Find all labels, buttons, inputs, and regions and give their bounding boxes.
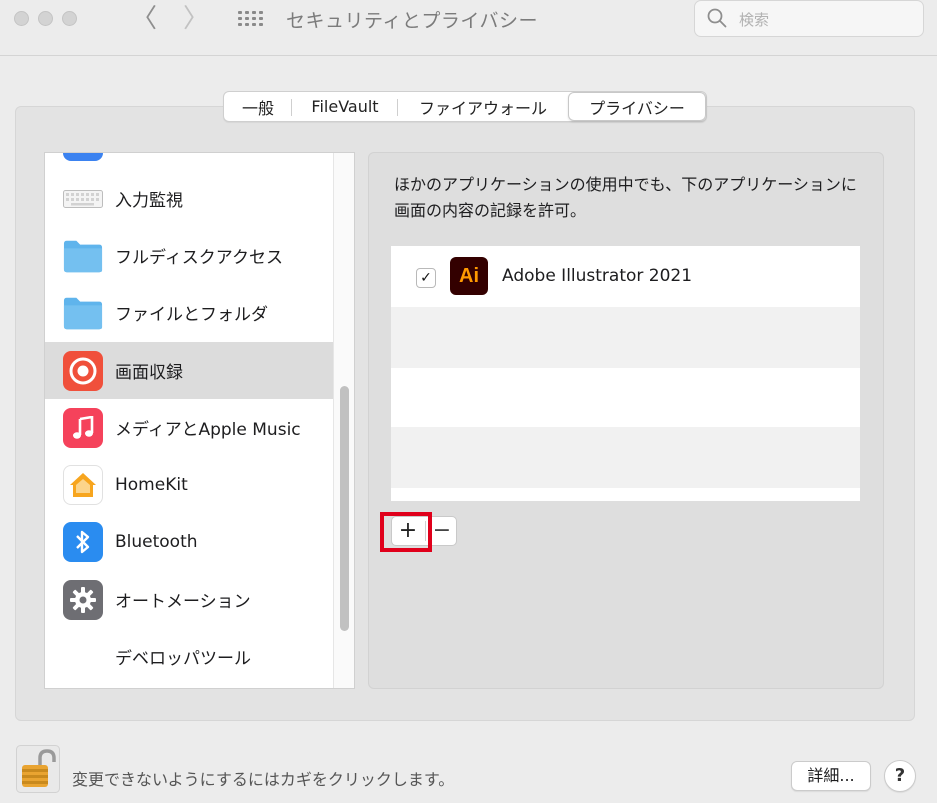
sidebar-item-screen-recording[interactable]: 画面収録 (45, 342, 335, 399)
tab-privacy[interactable]: プライバシー (568, 92, 706, 121)
sidebar-item-homekit[interactable]: HomeKit (45, 456, 335, 513)
sidebar-item-label: ファイルとフォルダ (115, 305, 268, 325)
empty-list-row (391, 307, 860, 368)
sidebar-item-label: HomeKit (115, 474, 188, 495)
empty-list-row (391, 427, 860, 488)
home-icon (63, 465, 103, 505)
app-enabled-checkbox[interactable]: ✓ (416, 268, 436, 288)
sidebar-item-label: メディアとApple Music (115, 420, 301, 440)
advanced-button[interactable]: 詳細... (791, 761, 871, 791)
search-icon (707, 8, 727, 28)
sidebar-item-bluetooth[interactable]: Bluetooth (45, 513, 335, 570)
lock-icon[interactable] (16, 745, 60, 793)
screen-record-icon (63, 351, 103, 391)
allowed-apps-list[interactable]: ✓ Ai Adobe Illustrator 2021 (391, 246, 860, 501)
back-button[interactable]: 〈 (131, 2, 157, 36)
tab-filevault[interactable]: FileVault (292, 92, 398, 121)
title-bar: 〈 〉 セキュリティとプライバシー 検索 (0, 0, 937, 56)
tab-firewall[interactable]: ファイアウォール (398, 92, 568, 121)
sidebar-item-files-and-folders[interactable]: ファイルとフォルダ (45, 284, 335, 341)
help-button[interactable]: ? (884, 760, 916, 792)
lock-hint-text: 変更できないようにするにはカギをクリックします。 (72, 770, 455, 789)
minimize-window-button[interactable] (38, 11, 53, 26)
zoom-window-button[interactable] (62, 11, 77, 26)
forward-button[interactable]: 〉 (183, 2, 209, 36)
search-placeholder: 検索 (739, 11, 770, 29)
tab-bar: 一般 FileVault ファイアウォール プライバシー (223, 91, 707, 122)
partial-category-icon (63, 153, 103, 161)
app-name: Adobe Illustrator 2021 (502, 266, 693, 286)
folder-icon (63, 293, 103, 333)
bluetooth-icon (63, 522, 103, 562)
sidebar-item-input-monitoring[interactable]: 入力監視 (45, 170, 335, 227)
sidebar-item-label: オートメーション (115, 592, 251, 612)
sidebar-item-label: デベロッパツール (115, 649, 251, 669)
sidebar-item-label: 入力監視 (115, 191, 183, 211)
sidebar-item-label: フルディスクアクセス (115, 248, 283, 268)
music-icon (63, 408, 103, 448)
list-item[interactable]: ✓ Ai Adobe Illustrator 2021 (391, 246, 860, 307)
window-title: セキュリティとプライバシー (286, 10, 538, 32)
sidebar-item-media-apple-music[interactable]: メディアとApple Music (45, 399, 335, 456)
sidebar-item-label: 画面収録 (115, 363, 183, 383)
keyboard-icon (63, 179, 103, 219)
sidebar-item-full-disk-access[interactable]: フルディスクアクセス (45, 227, 335, 284)
tab-general[interactable]: 一般 (224, 92, 292, 121)
empty-list-row (391, 367, 860, 428)
illustrator-icon: Ai (450, 257, 488, 295)
show-all-grid-icon[interactable] (238, 11, 266, 27)
close-window-button[interactable] (14, 11, 29, 26)
annotation-highlight-box (380, 512, 432, 552)
sidebar-item-automation[interactable]: オートメーション (45, 571, 335, 628)
search-field[interactable]: 検索 (694, 0, 924, 37)
sidebar-scrollbar-thumb[interactable] (340, 386, 349, 631)
folder-icon (63, 236, 103, 276)
privacy-category-list[interactable]: 入力監視 フルディスクアクセス ファイルとフォルダ 画面収録 メディアとAppl… (44, 152, 355, 689)
sidebar-item-label: Bluetooth (115, 531, 198, 552)
sidebar-item-developer-tools[interactable]: デベロッパツール (45, 628, 335, 685)
gear-icon (63, 580, 103, 620)
permission-description: ほかのアプリケーションの使用中でも、下のアプリケーションに画面の内容の記録を許可… (394, 175, 857, 220)
